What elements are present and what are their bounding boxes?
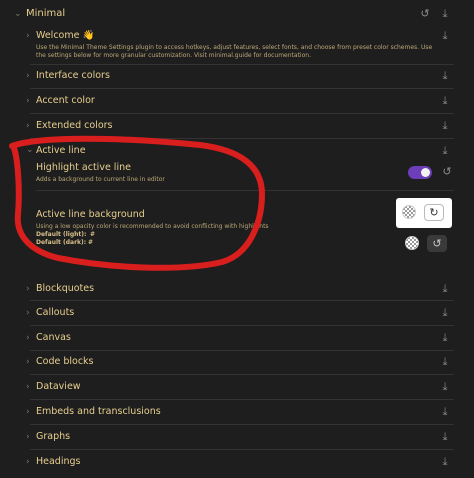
chevron-right-icon[interactable]: ›	[26, 358, 30, 367]
cloud-download-icon[interactable]: ⤓	[438, 405, 452, 419]
chevron-right-icon[interactable]: ›	[26, 309, 30, 318]
section-headings[interactable]: Headings	[36, 457, 80, 467]
section-callouts[interactable]: Callouts	[36, 308, 74, 318]
cloud-download-icon[interactable]: ⤓	[438, 455, 452, 469]
section-blockquotes[interactable]: Blockquotes	[36, 284, 94, 294]
chevron-right-icon[interactable]: ›	[26, 285, 30, 294]
divider	[30, 325, 454, 326]
settings-panel: ⌄ Minimal ↺ ⤓ › Welcome 👋 ⤓ Use the Mini…	[0, 0, 474, 478]
chevron-right-icon[interactable]: ›	[26, 458, 30, 467]
divider	[30, 350, 454, 351]
cloud-download-icon[interactable]: ⤓	[438, 282, 452, 296]
section-dataview[interactable]: Dataview	[36, 382, 81, 392]
section-embeds[interactable]: Embeds and transclusions	[36, 407, 161, 417]
divider	[30, 374, 454, 375]
cloud-download-icon[interactable]: ⤓	[438, 355, 452, 369]
divider	[30, 300, 454, 301]
chevron-right-icon[interactable]: ›	[26, 408, 30, 417]
chevron-right-icon[interactable]: ›	[26, 383, 30, 392]
section-code-blocks[interactable]: Code blocks	[36, 357, 94, 367]
cloud-download-icon[interactable]: ⤓	[438, 331, 452, 345]
section-graphs[interactable]: Graphs	[36, 432, 70, 442]
section-canvas[interactable]: Canvas	[36, 333, 71, 343]
divider	[30, 399, 454, 400]
cloud-download-icon[interactable]: ⤓	[438, 306, 452, 320]
chevron-right-icon[interactable]: ›	[26, 334, 30, 343]
cloud-download-icon[interactable]: ⤓	[438, 430, 452, 444]
chevron-right-icon[interactable]: ›	[26, 433, 30, 442]
divider	[30, 449, 454, 450]
divider	[30, 424, 454, 425]
cloud-download-icon[interactable]: ⤓	[438, 380, 452, 394]
